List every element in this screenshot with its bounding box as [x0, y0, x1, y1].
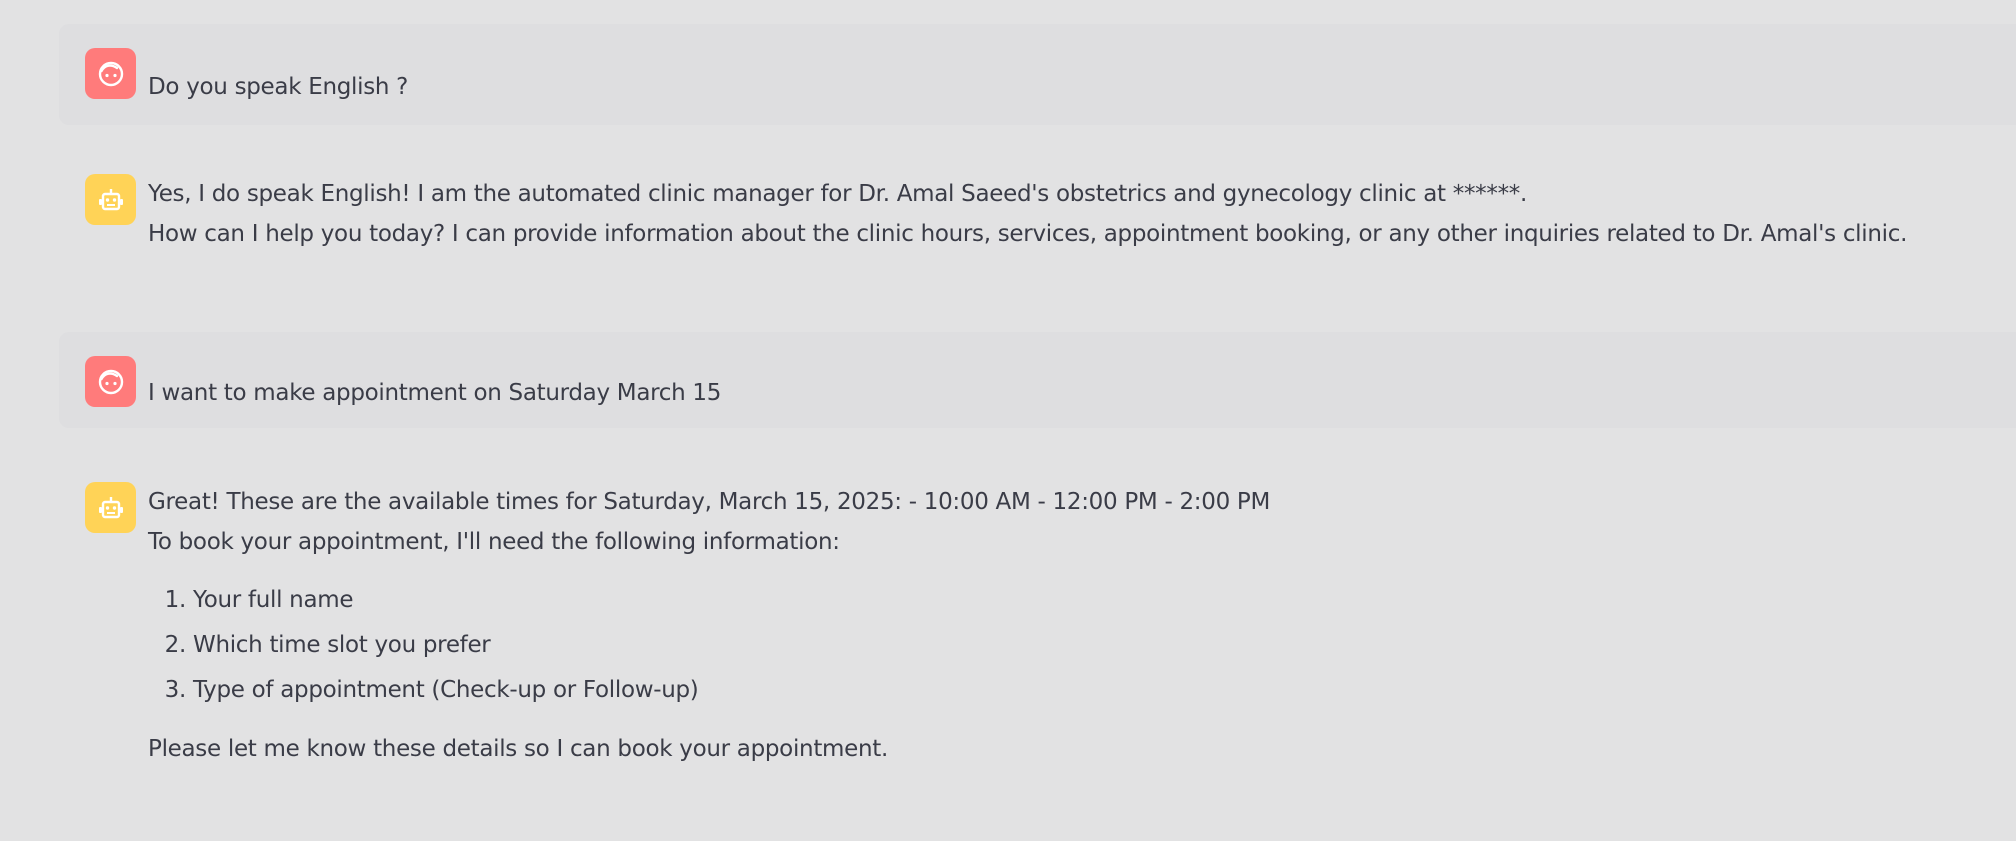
list-item: Which time slot you prefer — [193, 623, 1976, 668]
message-text: I want to make appointment on Saturday M… — [148, 380, 722, 406]
user-face-icon — [98, 61, 123, 86]
assistant-message: Great! These are the available times for… — [59, 458, 2016, 798]
list-item: Type of appointment (Check-up or Follow-… — [193, 668, 1976, 713]
message-text: Do you speak English ? — [148, 74, 409, 100]
user-avatar — [85, 48, 136, 99]
robot-icon — [98, 496, 123, 518]
requirements-list: Your full name Which time slot you prefe… — [148, 578, 1976, 713]
message-content: I want to make appointment on Saturday M… — [148, 373, 1976, 413]
message-content: Do you speak English ? — [148, 67, 1976, 107]
user-avatar — [85, 356, 136, 407]
robot-icon — [98, 188, 123, 210]
user-face-icon — [98, 369, 123, 394]
user-message: I want to make appointment on Saturday M… — [59, 332, 2016, 428]
message-line: How can I help you today? I can provide … — [148, 221, 1908, 247]
message-line: Yes, I do speak English! I am the automa… — [148, 181, 1527, 207]
message-line: Great! These are the available times for… — [148, 489, 1271, 515]
message-content: Great! These are the available times for… — [148, 482, 1976, 769]
message-closing: Please let me know these details so I ca… — [148, 736, 889, 762]
chat-container: Do you speak English ? Yes, I do speak E… — [0, 0, 2016, 841]
list-item: Your full name — [193, 578, 1976, 623]
assistant-avatar — [85, 482, 136, 533]
user-message: Do you speak English ? — [59, 24, 2016, 125]
assistant-avatar — [85, 174, 136, 225]
assistant-message: Yes, I do speak English! I am the automa… — [59, 150, 2016, 320]
message-line: To book your appointment, I'll need the … — [148, 529, 840, 555]
message-content: Yes, I do speak English! I am the automa… — [148, 174, 1976, 254]
